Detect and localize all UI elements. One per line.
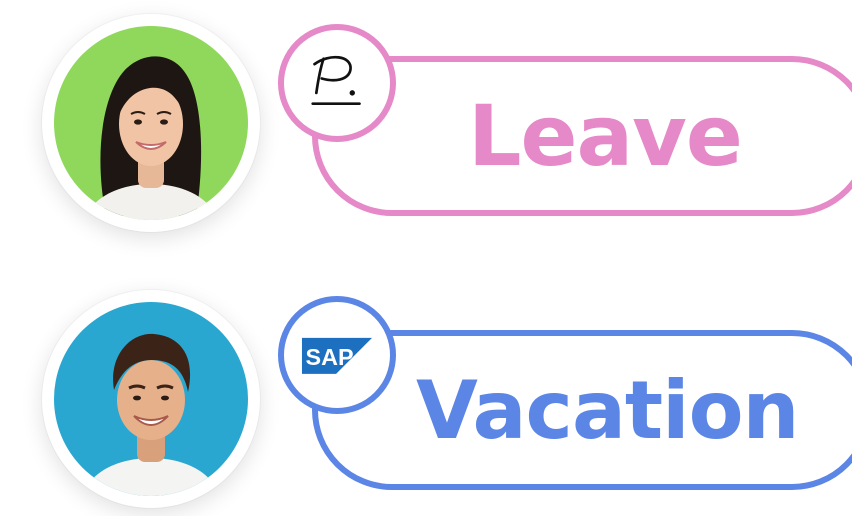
signature-p-icon — [311, 55, 361, 106]
avatar-man — [42, 290, 260, 508]
sap-logo-text: SAP — [306, 344, 354, 370]
vacation-label: Vacation — [416, 363, 800, 457]
sap-logo-icon: SAP — [301, 337, 373, 374]
signature-badge — [278, 24, 396, 142]
leave-types-illustration: Leave Vacation SAP — [0, 0, 852, 516]
avatar-woman — [42, 14, 260, 232]
man-portrait — [54, 302, 248, 496]
woman-portrait — [54, 26, 248, 220]
sap-badge: SAP — [278, 296, 396, 414]
leave-label: Leave — [468, 87, 743, 185]
